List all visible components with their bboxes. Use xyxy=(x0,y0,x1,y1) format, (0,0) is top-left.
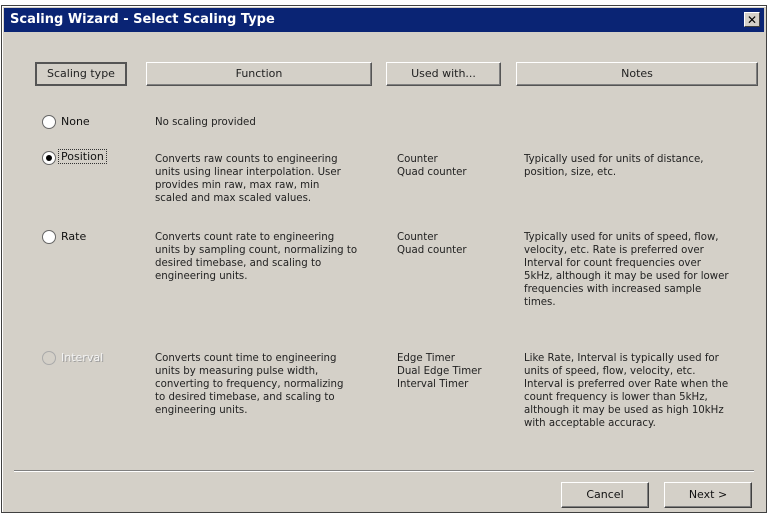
radio-label-position[interactable]: Position xyxy=(58,149,107,164)
window-title: Scaling Wizard - Select Scaling Type xyxy=(10,12,275,27)
close-icon[interactable]: ✕ xyxy=(744,12,760,27)
title-bar: Scaling Wizard - Select Scaling Type ✕ xyxy=(4,8,764,32)
header-scaling-type[interactable]: Scaling type xyxy=(35,62,127,86)
notes-text: Like Rate, Interval is typically used fo… xyxy=(524,353,729,429)
radio-none[interactable] xyxy=(42,115,56,129)
function-text: No scaling provided xyxy=(155,117,256,128)
header-notes[interactable]: Notes xyxy=(516,62,758,86)
header-function[interactable]: Function xyxy=(146,62,372,86)
notes-text: Typically used for units of distance, po… xyxy=(524,154,704,178)
function-text: Converts count time to engineering units… xyxy=(155,353,344,416)
function-text: Converts raw counts to engineering units… xyxy=(155,154,341,204)
separator xyxy=(14,470,754,472)
notes-text: Typically used for units of speed, flow,… xyxy=(524,232,729,308)
radio-rate[interactable] xyxy=(42,230,56,244)
cancel-button[interactable]: Cancel xyxy=(561,482,649,508)
radio-label-none[interactable]: None xyxy=(61,115,90,128)
function-text: Converts count rate to engineering units… xyxy=(155,232,358,282)
used-with-text: Counter Quad counter xyxy=(397,154,467,178)
used-with-text: Counter Quad counter xyxy=(397,232,467,256)
next-button[interactable]: Next > xyxy=(664,482,752,508)
used-with-text: Edge Timer Dual Edge Timer Interval Time… xyxy=(397,353,482,390)
scaling-wizard-dialog: Scaling Wizard - Select Scaling Type ✕ S… xyxy=(1,5,767,513)
radio-interval xyxy=(42,351,56,365)
radio-label-rate[interactable]: Rate xyxy=(61,230,86,243)
radio-position[interactable] xyxy=(42,151,56,165)
radio-label-interval: Interval xyxy=(61,351,104,364)
header-used-with[interactable]: Used with... xyxy=(386,62,501,86)
